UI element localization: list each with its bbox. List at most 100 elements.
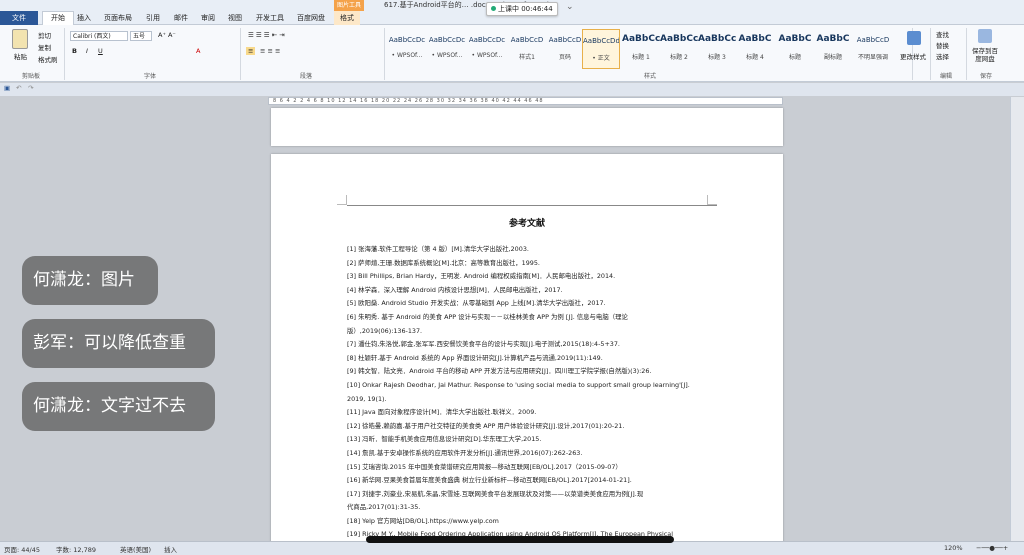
page-title: 参考文献 xyxy=(508,219,545,229)
list-item: [2] 萨师煊,王珊.数据库系统概论[M].北京：高等教育出版社，1995. xyxy=(347,258,540,267)
align-left-button[interactable]: ≡ xyxy=(246,47,256,55)
style-item-selected[interactable]: AaBbCcDd • 正文 xyxy=(582,29,620,69)
video-progress-bar[interactable] xyxy=(366,536,674,543)
style-item[interactable]: AaBbCcDc • WPSOf... xyxy=(388,29,426,69)
change-styles-button[interactable]: 更改样式 xyxy=(900,51,926,61)
recording-indicator[interactable]: 上课中 00:46:44 xyxy=(486,2,558,16)
cloud-save-icon[interactable] xyxy=(978,29,992,43)
style-item[interactable]: AaBbCc 标题 2 xyxy=(660,29,698,69)
list-item: [13] 冯昕．智能手机美食应用信息设计研究[D].华东理工大学,2015. xyxy=(347,435,542,444)
chevron-down-icon[interactable]: ⌄ xyxy=(566,2,574,12)
list-buttons[interactable]: ☰ ☰ ☰ ⇤ ⇥ xyxy=(248,31,285,39)
tab-developer[interactable]: 开发工具 xyxy=(256,13,284,23)
zoom-slider[interactable]: −──●──+ xyxy=(976,544,1008,552)
tab-mailings[interactable]: 邮件 xyxy=(174,13,188,23)
list-item: 版）,2019(06):136-137. xyxy=(347,326,423,335)
style-item[interactable]: AaBbC 标题 xyxy=(776,29,814,69)
vertical-scrollbar[interactable] xyxy=(1010,97,1024,541)
tab-format[interactable]: 格式 xyxy=(334,11,360,25)
style-item[interactable]: AaBbCc 标题 3 xyxy=(698,29,736,69)
tab-review[interactable]: 审阅 xyxy=(201,13,215,23)
margin-corner xyxy=(707,195,717,205)
save-to-baidu-button[interactable]: 保存到百度网盘 xyxy=(970,47,1000,63)
select-button[interactable]: 选择 xyxy=(936,51,949,61)
grow-font-button[interactable]: A⁺ A⁻ xyxy=(158,31,176,39)
divider xyxy=(930,28,931,80)
list-item: [17] 刘捷宇,刘豪业,宋易航,朱晶,宋雪娃.互联网美食平台发展现状及对策——… xyxy=(347,489,644,498)
insert-mode[interactable]: 插入 xyxy=(164,544,177,554)
recording-time: 上课中 00:46:44 xyxy=(498,5,553,13)
save-icon[interactable]: ▣ xyxy=(4,84,10,92)
ribbon: 粘贴 剪切 复制 格式刷 剪贴板 Calibri (西文) 五号 B I U A… xyxy=(0,25,1024,82)
tab-view[interactable]: 视图 xyxy=(228,13,242,23)
record-dot-icon xyxy=(491,6,496,11)
tab-insert[interactable]: 插入 xyxy=(77,13,91,23)
divider xyxy=(64,28,65,80)
style-item[interactable]: AaBbCc 标题 1 xyxy=(622,29,660,69)
page-count[interactable]: 页面: 44/45 xyxy=(4,544,40,554)
font-size-select[interactable]: 五号 xyxy=(130,31,152,41)
style-item[interactable]: AaBbC 标题 4 xyxy=(736,29,774,69)
font-name-select[interactable]: Calibri (西文) xyxy=(70,31,128,41)
list-item: [5] 欧阳燊. Android Studio 开发实战：从零基础到 App 上… xyxy=(347,299,606,308)
quick-access-toolbar: ▣ ↶ ↷ xyxy=(0,83,1024,96)
list-item: [11] Java 面向对象程序设计[M]．清华大学出版社.耿祥义．2009. xyxy=(347,408,537,417)
style-item[interactable]: AaBbCcD 不明显强调 xyxy=(854,29,892,69)
find-button[interactable]: 查找 xyxy=(936,29,949,39)
copy-button[interactable]: 复制 xyxy=(38,42,51,52)
style-item[interactable]: AaBbCcD 页码 xyxy=(546,29,584,69)
tab-baidu-netdisk[interactable]: 百度网盘 xyxy=(297,13,325,23)
style-item[interactable]: AaBbC 副标题 xyxy=(814,29,852,69)
divider xyxy=(966,28,967,80)
font-group-label: 字体 xyxy=(144,73,157,80)
tab-references[interactable]: 引用 xyxy=(146,13,160,23)
language[interactable]: 英语(美国) xyxy=(120,544,151,554)
document-page[interactable]: 参考文献 [1] 张海藩.软件工程导论（第 4 版）[M].清华大学出版社,20… xyxy=(271,154,783,544)
style-item[interactable]: AaBbCcDc • WPSOf... xyxy=(468,29,506,69)
zoom-level[interactable]: 120% xyxy=(944,544,963,552)
divider xyxy=(384,28,385,80)
horizontal-ruler[interactable]: 8 6 4 2 2 4 6 8 10 12 14 16 18 20 22 24 … xyxy=(268,97,783,105)
tab-page-layout[interactable]: 页面布局 xyxy=(104,13,132,23)
underline-button[interactable]: U xyxy=(98,47,103,55)
context-tab-group: 图片工具 xyxy=(334,0,364,11)
previous-page xyxy=(271,108,783,146)
tab-file[interactable]: 文件 xyxy=(0,11,38,25)
chat-message: 彭军：可以降低查重 xyxy=(22,319,215,368)
list-item: [18] Yelp 官方网站[DB/OL].https://www.yelp.c… xyxy=(347,516,499,525)
list-item: [14] 詹凯.基于安卓操作系统的应用软件开发分析[J].通讯世界,2016(0… xyxy=(347,448,583,457)
list-item: [3] Bill Phillips, Brian Hardy，王明发. Andr… xyxy=(347,272,616,281)
paragraph-group-label: 段落 xyxy=(300,73,313,80)
list-item: [10] Onkar Rajesh Deodhar, Jai Mathur. R… xyxy=(347,380,690,389)
style-item[interactable]: AaBbCcDc • WPSOf... xyxy=(428,29,466,69)
status-bar: 页面: 44/45 字数: 12,789 英语(美国) 插入 120% −──●… xyxy=(0,541,1024,555)
styles-gallery: AaBbCcDc • WPSOf... AaBbCcDc • WPSOf... Aa… xyxy=(388,29,910,69)
list-item: [15] 艾瑞咨询.2015 年中国美食菜谱研究应用简报—移动互联网[EB/OL… xyxy=(347,462,622,471)
italic-button[interactable]: I xyxy=(86,47,88,55)
bold-button[interactable]: B xyxy=(72,47,77,55)
change-styles-icon[interactable] xyxy=(907,31,921,45)
list-item: [6] 朱明秀. 基于 Android 的美食 APP 设计与实现－－以桂林美食… xyxy=(347,312,628,321)
undo-icon[interactable]: ↶ xyxy=(16,84,21,92)
font-color-button[interactable]: A xyxy=(196,47,200,55)
paste-icon[interactable] xyxy=(12,29,28,49)
margin-corner xyxy=(337,195,347,205)
list-item: [12] 徐皓曼,赖韵嘉.基于用户社交特征的美食类 APP 用户体验设计研究[J… xyxy=(347,421,625,430)
header-rule xyxy=(347,205,717,206)
tab-home[interactable]: 开始 xyxy=(42,11,74,26)
replace-button[interactable]: 替换 xyxy=(936,40,949,50)
redo-icon[interactable]: ↷ xyxy=(28,84,33,92)
save-group-label: 保存 xyxy=(980,73,993,80)
cut-button[interactable]: 剪切 xyxy=(38,30,51,40)
editing-group-label: 编辑 xyxy=(940,73,953,80)
list-item: [1] 张海藩.软件工程导论（第 4 版）[M].清华大学出版社,2003. xyxy=(347,245,529,253)
list-item: [16] 新华网.豆果美食首届年度美食盛典 树立行业新标杆—移动互联网[EB/O… xyxy=(347,476,632,485)
word-count[interactable]: 字数: 12,789 xyxy=(56,544,96,554)
style-item[interactable]: AaBbCcD 样式1 xyxy=(508,29,546,69)
paste-button[interactable]: 粘贴 xyxy=(14,51,27,61)
format-painter-button[interactable]: 格式刷 xyxy=(38,54,58,64)
align-center-button[interactable]: ≡ ≡ ≡ xyxy=(260,47,280,55)
chat-message: 何潇龙：图片 xyxy=(22,256,158,305)
chat-message: 何潇龙：文字过不去 xyxy=(22,382,215,431)
reference-list: [1] 张海藩.软件工程导论（第 4 版）[M].清华大学出版社,2003. [… xyxy=(347,243,709,542)
